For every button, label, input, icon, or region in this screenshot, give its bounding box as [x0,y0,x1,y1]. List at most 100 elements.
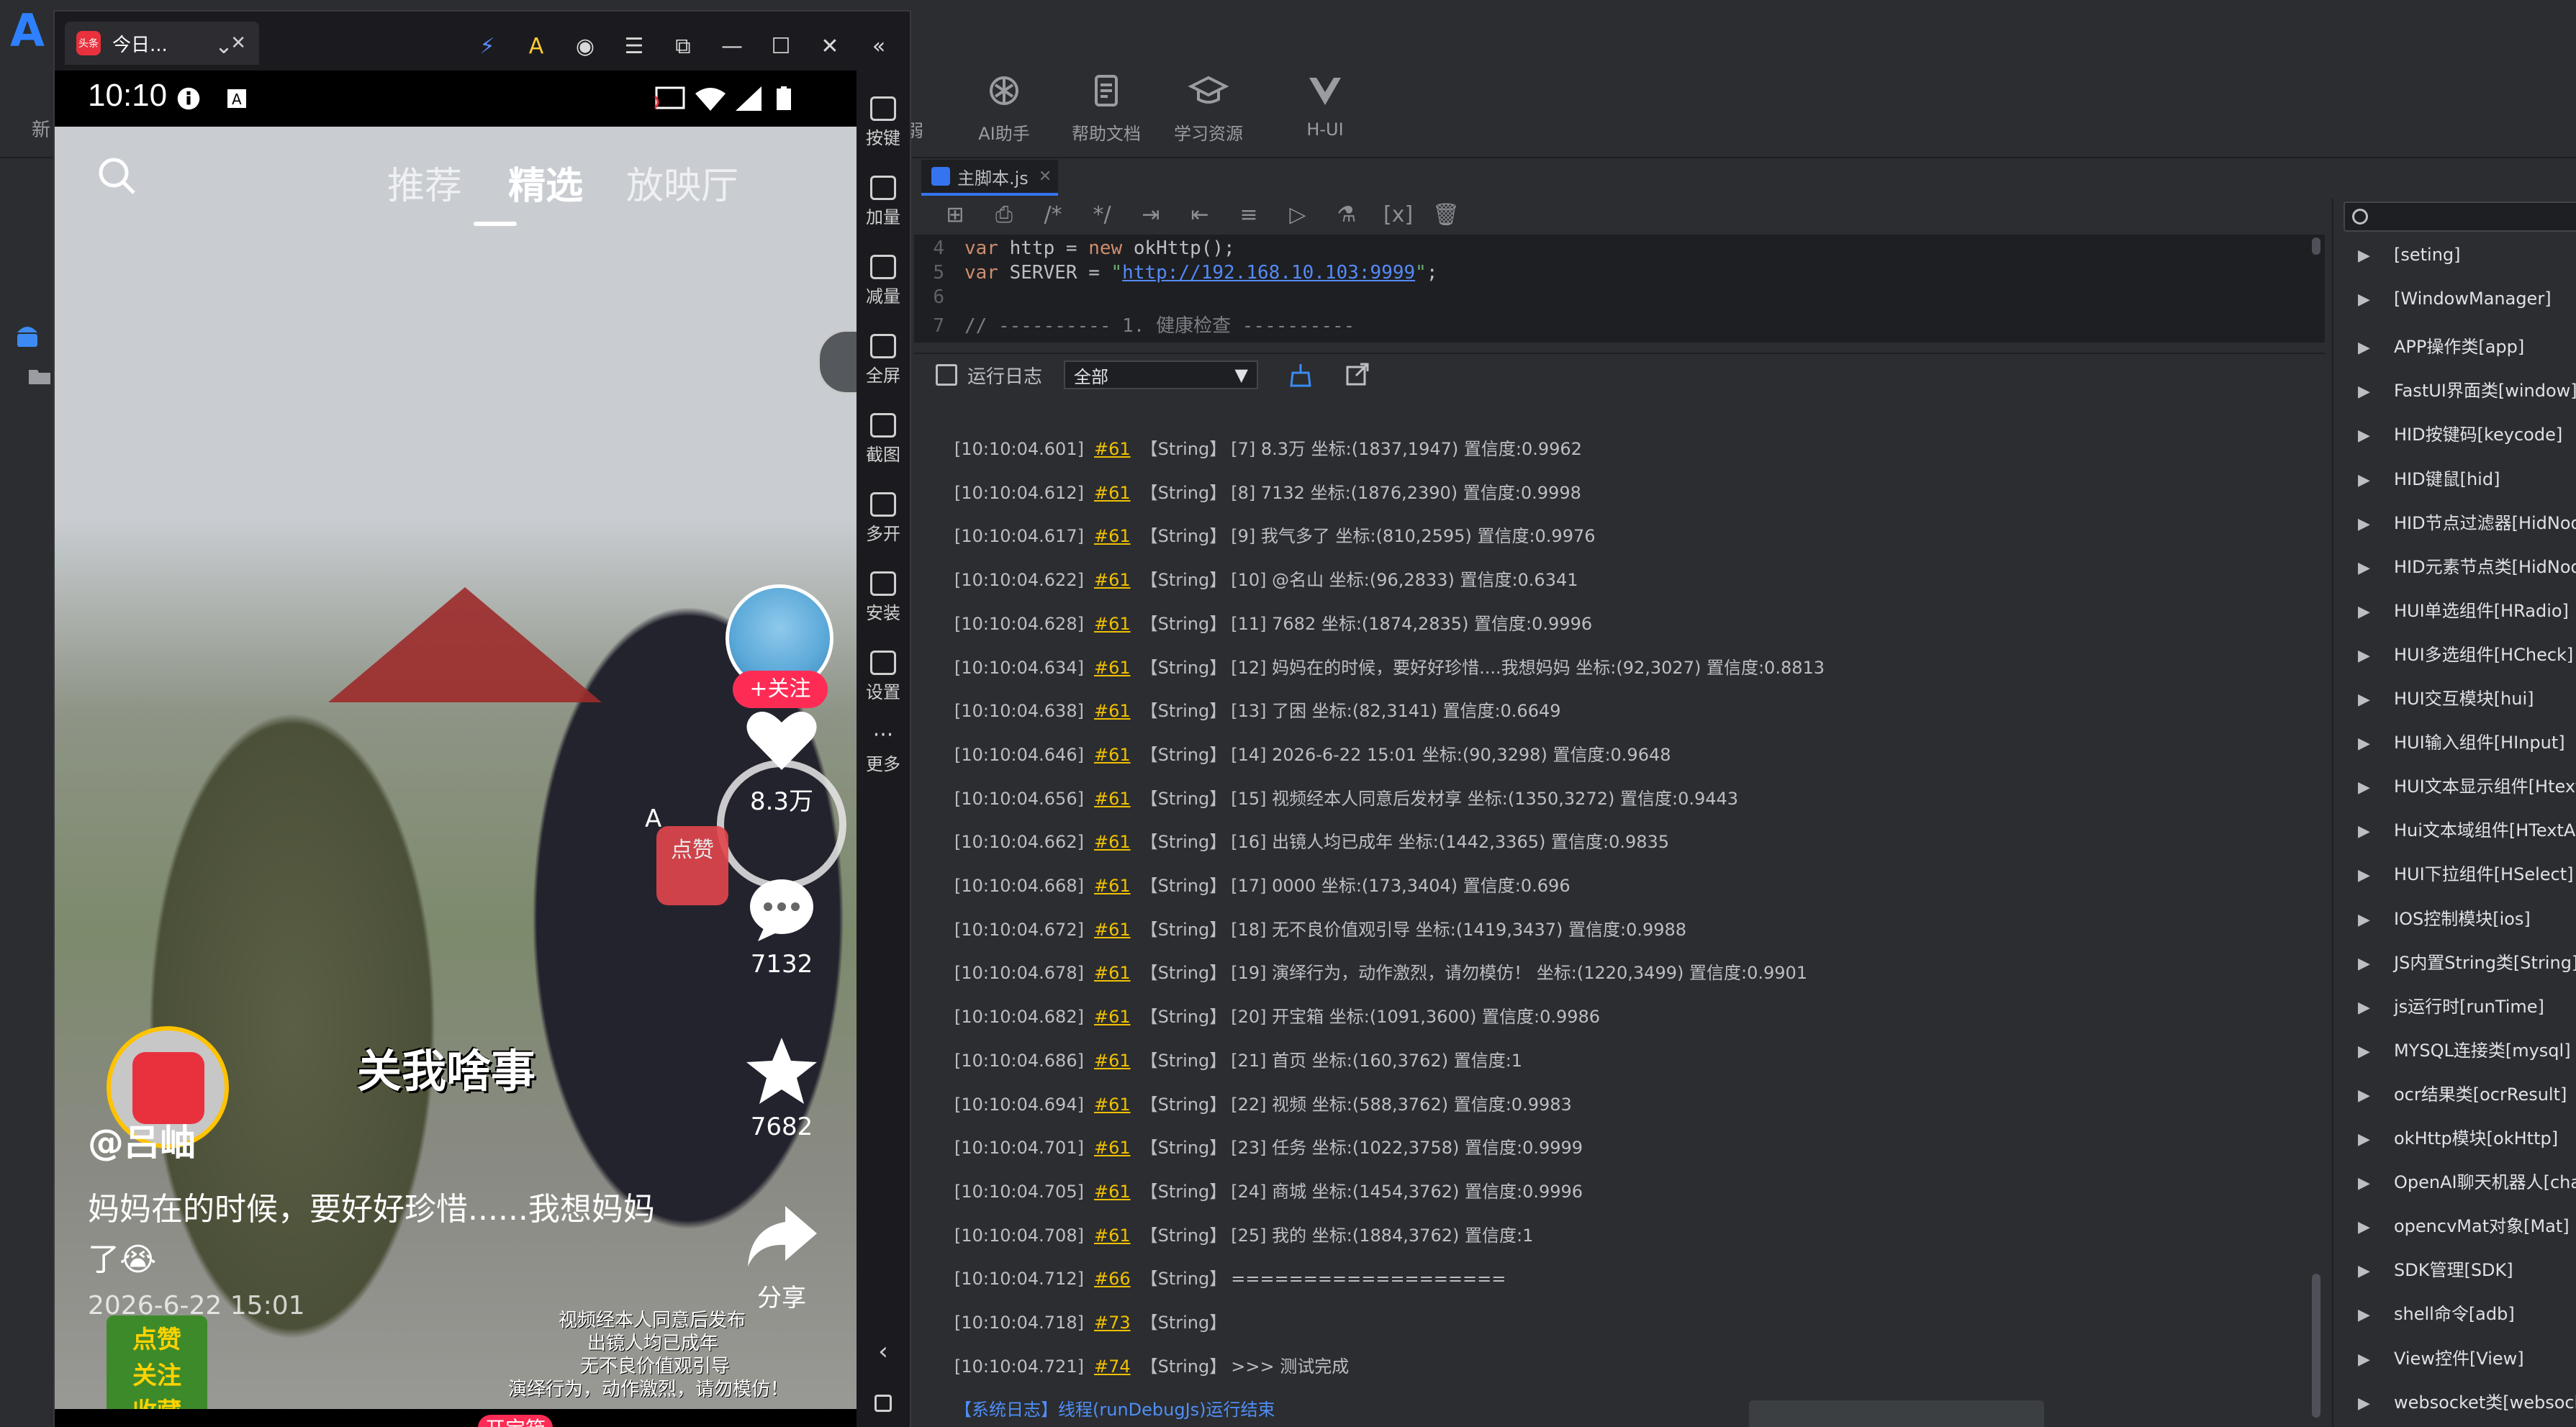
tab-featured[interactable]: 精选 [508,155,583,209]
expand-arrow-icon[interactable]: ▶ [2358,1174,2394,1192]
log-source-link[interactable]: #61 [1094,1226,1131,1246]
expand-arrow-icon[interactable]: ▶ [2358,735,2394,753]
module-tree-item[interactable]: ▶ Hui文本域组件[HTextAr [2358,816,2576,845]
emulator-tool-volume-up[interactable]: 加量 [857,176,910,228]
log-source-link[interactable]: #61 [1094,876,1131,896]
emulator-tool-more[interactable]: ··· 更多 [857,722,910,775]
module-tree-item[interactable]: ▶ HID节点过滤器[HidNod [2358,509,2576,538]
share-button[interactable]: 分享 [724,1200,839,1313]
log-source-link[interactable]: #66 [1094,1269,1131,1289]
log-source-link[interactable]: #61 [1094,963,1131,983]
phone-screen[interactable]: 10:10 A 推荐 精选 放映厅 +关注 8.3万 7132 7682 分享 … [55,71,857,1427]
module-tree-item[interactable]: ▶ js运行时[runTime] [2358,992,2544,1021]
uncomment-icon[interactable]: */ [1090,203,1114,227]
module-tree-item[interactable]: ▶ HUI下拉组件[HSelect] [2358,860,2574,889]
learning-resources-button[interactable]: 学习资源 [1154,69,1262,145]
log-source-link[interactable]: #61 [1094,1138,1131,1158]
log-source-link[interactable]: #61 [1094,832,1131,852]
module-tree-item[interactable]: ▶ APP操作类[app] [2358,332,2524,361]
code-editor[interactable]: 4 var http = new okHttp(); 5 var SERVER = … [914,235,2325,343]
menu-icon[interactable]: ☰ [620,33,648,60]
expand-arrow-icon[interactable]: ▶ [2358,1351,2394,1369]
module-tree-item[interactable]: ▶ HUI单选组件[HRadio] [2358,597,2569,625]
square-icon[interactable] [857,1395,910,1415]
comment-button[interactable]: 7132 [724,872,839,979]
outdent-icon[interactable]: ⇤ [1188,203,1212,227]
module-tree-item[interactable]: ▶ FastUI界面类[window] [2358,376,2576,405]
expand-arrow-icon[interactable]: ▶ [2358,1262,2394,1280]
flask-icon[interactable]: ⚗ [1334,203,1359,227]
h-ui-button[interactable]: H-UI [1271,69,1379,140]
log-source-link[interactable]: #74 [1094,1356,1131,1377]
module-tree-item[interactable]: ▶ HUI文本显示组件[Htext [2358,772,2576,801]
expand-arrow-icon[interactable]: ▶ [2358,1131,2394,1149]
format-icon[interactable]: ≡ [1237,203,1261,227]
tab-dropdown-icon[interactable]: ⌄ [210,33,238,60]
log-source-link[interactable]: #61 [1094,1051,1131,1071]
expand-arrow-icon[interactable]: ▶ [2358,383,2394,401]
indent-icon[interactable]: ⇥ [1139,203,1163,227]
expand-arrow-icon[interactable]: ▶ [2358,866,2394,884]
module-tree-item[interactable]: ▶ okHttp模块[okHttp] [2358,1124,2558,1153]
add-icon[interactable]: ⊞ [943,203,967,227]
log-source-link[interactable]: #61 [1094,658,1131,678]
collapse-sidebar-icon[interactable]: « [865,33,892,60]
author-name[interactable]: @吕岫 [88,1114,196,1166]
help-docs-button[interactable]: 帮助文档 [1052,69,1160,145]
tab-theater[interactable]: 放映厅 [626,155,738,209]
log-source-link[interactable]: #61 [1094,526,1131,546]
expand-arrow-icon[interactable]: ▶ [2358,559,2394,577]
clear-icon[interactable]: 🗑 [1432,203,1460,227]
log-filter-select[interactable]: 全部 ▼ [1064,361,1259,389]
search-icon[interactable] [95,154,138,197]
follow-button[interactable]: +关注 [733,671,828,708]
expand-arrow-icon[interactable]: ▶ [2358,1306,2394,1324]
log-source-link[interactable]: #61 [1094,483,1131,503]
boost-icon[interactable]: ⚡ [474,33,501,60]
module-tree-item[interactable]: ▶ shell命令[adb] [2358,1300,2515,1328]
expand-arrow-icon[interactable]: ▶ [2358,603,2394,621]
print-icon[interactable]: ⎙ [992,203,1016,227]
module-search-input[interactable] [2344,201,2576,232]
emulator-tool-volume-down[interactable]: 减量 [857,255,910,307]
emulator-tool-fullscreen[interactable]: 全屏 [857,334,910,386]
log-source-link[interactable]: #61 [1094,1007,1131,1027]
module-tree-item[interactable]: ▶ HUI多选组件[HCheck] [2358,640,2573,669]
expand-arrow-icon[interactable]: ▶ [2358,1043,2394,1061]
expand-arrow-icon[interactable]: ▶ [2358,247,2394,265]
module-tree-item[interactable]: ▶ HUI交互模块[hui] [2358,684,2534,713]
ai-icon[interactable]: A [523,33,550,60]
log-source-link[interactable]: #61 [1094,1095,1131,1115]
expand-arrow-icon[interactable]: ▶ [2358,999,2394,1017]
module-tree-item[interactable]: ▶ HID按键码[keycode] [2358,420,2562,449]
module-tree-item[interactable]: ▶ HID元素节点类[HidNod [2358,553,2576,581]
module-tree-item[interactable]: ▶ [WindowManager] [2358,289,2552,317]
back-icon[interactable]: ‹ [857,1337,910,1366]
variable-icon[interactable]: [x] [1383,203,1413,227]
log-source-link[interactable]: #61 [1094,745,1131,765]
expand-arrow-icon[interactable]: ▶ [2358,1218,2394,1236]
editor-scrollbar[interactable] [2312,237,2320,255]
like-button[interactable]: 8.3万 [724,704,839,817]
favorite-button[interactable]: 7682 [724,1035,839,1141]
module-tree-item[interactable]: ▶ View控件[View] [2358,1344,2524,1373]
minimize-icon[interactable]: — [718,33,746,60]
expand-arrow-icon[interactable]: ▶ [2358,647,2394,665]
expand-arrow-icon[interactable]: ▶ [2358,779,2394,797]
pip-icon[interactable]: ⧉ [669,33,697,60]
module-tree-item[interactable]: ▶ SDK管理[SDK] [2358,1256,2513,1285]
log-source-link[interactable]: #61 [1094,920,1131,940]
expand-arrow-icon[interactable]: ▶ [2358,1087,2394,1105]
run-icon[interactable]: ▷ [1285,203,1310,227]
log-source-link[interactable]: #61 [1094,1182,1131,1202]
broom-icon[interactable] [1287,361,1314,389]
log-source-link[interactable]: #61 [1094,789,1131,809]
module-tree-item[interactable]: ▶ opencvMat对象[Mat] [2358,1212,2570,1241]
maximize-icon[interactable]: ☐ [767,33,795,60]
expand-arrow-icon[interactable]: ▶ [2358,515,2394,533]
open-external-icon[interactable] [1343,361,1370,389]
module-tree-item[interactable]: ▶ IOS控制模块[ios] [2358,905,2531,933]
close-tab-icon[interactable]: ✕ [1039,168,1052,186]
emulator-tool-multi-instance[interactable]: 多开 [857,492,910,545]
close-icon[interactable]: ✕ [816,33,844,60]
